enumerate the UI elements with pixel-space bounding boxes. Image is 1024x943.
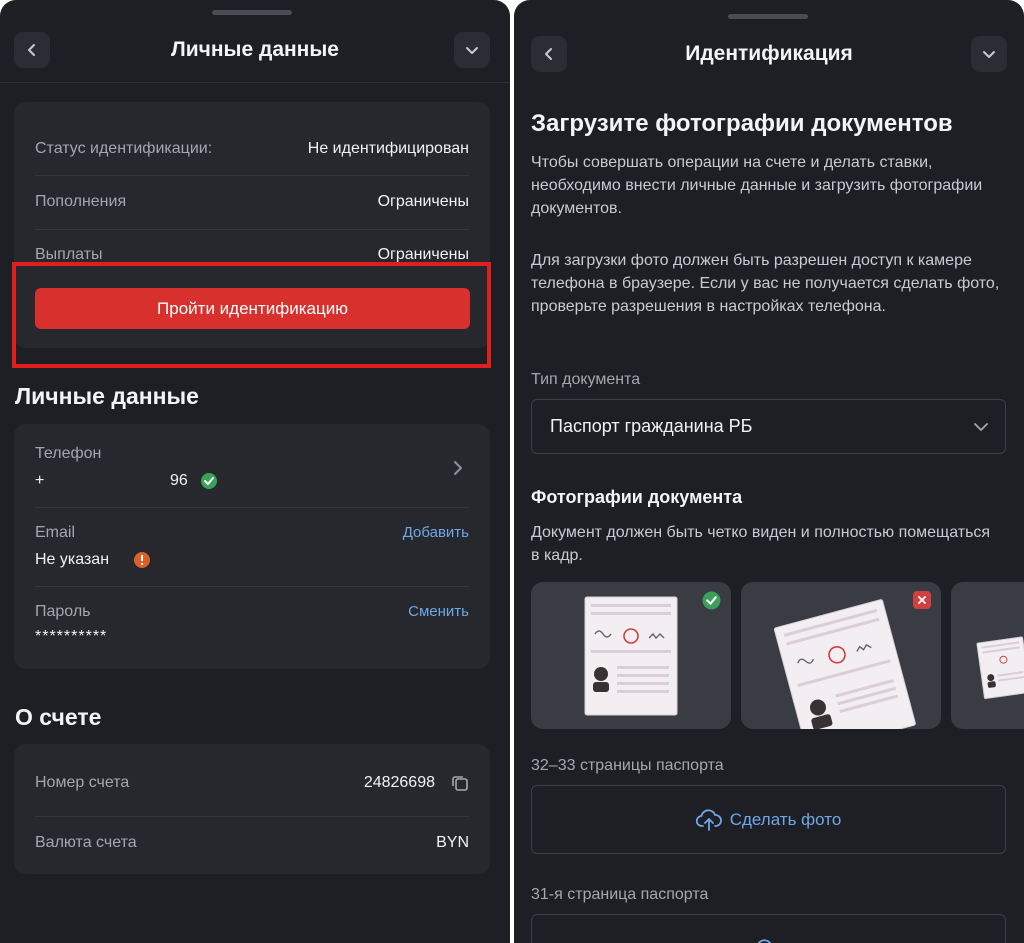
password-label: Пароль <box>35 603 91 620</box>
doc-type-select[interactable]: Паспорт гражданина РБ <box>531 399 1006 454</box>
upload-cloud-icon <box>757 939 771 943</box>
page-title: Личные данные <box>171 38 339 61</box>
add-email-link[interactable]: Добавить <box>403 524 469 541</box>
header-divider <box>0 82 510 83</box>
account-number-value: 24826698 <box>363 774 435 791</box>
row-divider <box>35 507 469 508</box>
page-31-label: 31-я страница паспорта <box>531 886 709 903</box>
upload-heading: Загрузите фотографии документов <box>531 110 953 137</box>
cross-badge-icon <box>913 591 931 609</box>
personal-data-card: Телефон + 96 Email Добавить Не указан Па… <box>14 424 490 669</box>
document-illustration <box>584 596 678 716</box>
deposits-value: Ограничены <box>377 193 469 210</box>
row-divider <box>35 229 469 230</box>
camera-paragraph: Для загрузки фото должен быть разрешен д… <box>531 252 1000 315</box>
collapse-button[interactable] <box>454 32 490 68</box>
password-value: ********** <box>35 628 108 645</box>
currency-value: BYN <box>436 834 469 851</box>
row-divider <box>35 586 469 587</box>
photos-description: Документ должен быть четко виден и полно… <box>531 524 991 564</box>
example-photo-far <box>951 582 1024 729</box>
copy-icon[interactable] <box>451 774 469 792</box>
take-photo-label: Сделать фото <box>729 809 842 829</box>
phone-prefix: + <box>35 472 45 489</box>
row-divider <box>35 175 469 176</box>
intro-paragraph: Чтобы совершать операции на счете и дела… <box>531 154 983 217</box>
pages-32-33-label: 32–33 страницы паспорта <box>531 757 724 774</box>
status-label: Статус идентификации: <box>35 140 213 157</box>
take-photo-button-2[interactable] <box>531 914 1006 943</box>
doc-type-value: Паспорт гражданина РБ <box>550 416 753 436</box>
personal-data-title: Личные данные <box>15 383 199 409</box>
small-document-illustration <box>976 636 1024 700</box>
currency-label: Валюта счета <box>35 834 137 851</box>
photos-title: Фотографии документа <box>531 487 743 507</box>
right-chevron-icon <box>454 461 462 475</box>
change-password-link[interactable]: Сменить <box>408 603 469 620</box>
warning-circle-icon <box>134 552 150 568</box>
example-photo-good <box>531 582 731 729</box>
example-photo-bad <box>741 582 941 729</box>
collapse-button[interactable] <box>971 36 1007 72</box>
page-title: Идентификация <box>685 42 853 65</box>
phone-label: Телефон <box>35 445 102 462</box>
personal-data-screen: Личные данные Статус идентификации: Не и… <box>0 0 510 943</box>
status-value: Не идентифицирован <box>307 140 469 157</box>
check-circle-icon <box>201 473 217 489</box>
deposits-label: Пополнения <box>35 193 127 210</box>
phone-value: 96 <box>170 472 188 489</box>
account-card: Номер счета 24826698 Валюта счета BYN <box>14 744 490 874</box>
account-title: О счете <box>15 704 102 730</box>
phone-row[interactable]: Телефон + 96 <box>14 424 490 506</box>
email-label: Email <box>35 524 76 541</box>
identification-screen: Идентификация Загрузите фотографии докум… <box>514 0 1024 943</box>
sheet-grabber[interactable] <box>212 10 292 15</box>
highlight-box <box>12 262 491 368</box>
doc-type-label: Тип документа <box>531 371 641 388</box>
tilted-document-illustration <box>773 599 916 729</box>
account-number-label: Номер счета <box>35 774 130 791</box>
upload-cloud-icon <box>695 808 722 831</box>
check-circle-icon <box>702 591 721 610</box>
collapse-chevron-icon <box>466 47 478 54</box>
phone-redaction <box>50 468 182 494</box>
row-divider <box>35 816 469 817</box>
email-value: Не указан <box>35 551 110 568</box>
take-photo-button[interactable]: Сделать фото <box>531 785 1006 854</box>
sheet-grabber[interactable] <box>728 14 808 19</box>
collapse-chevron-icon <box>983 51 995 58</box>
dropdown-chevron-icon <box>974 423 988 431</box>
